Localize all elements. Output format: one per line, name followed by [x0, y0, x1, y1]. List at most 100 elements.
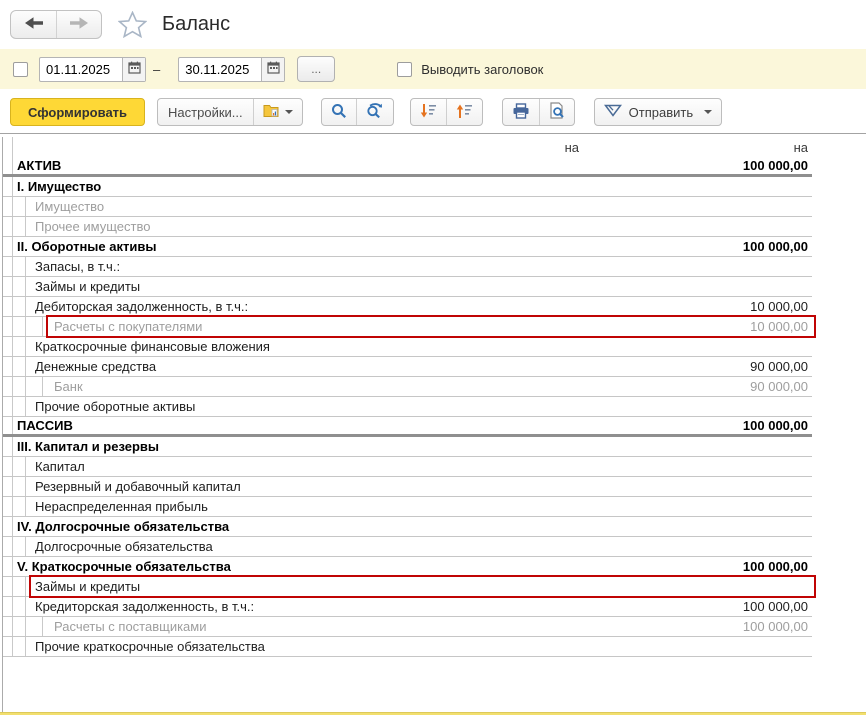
row-gutter [13, 617, 26, 636]
report-row[interactable]: Долгосрочные обязательства [3, 537, 812, 557]
search-icon [331, 103, 347, 122]
report-row[interactable]: Прочие оборотные активы [3, 397, 812, 417]
search-button[interactable] [322, 99, 356, 125]
report-row[interactable]: Займы и кредиты [3, 577, 812, 597]
row-gutter [3, 497, 13, 516]
row-gutter [3, 417, 13, 434]
chevron-down-icon [704, 110, 712, 114]
date-range-dash: – [153, 62, 160, 77]
report-row[interactable]: Резервный и добавочный капитал [3, 477, 812, 497]
calendar-icon [128, 61, 141, 77]
row-label: III. Капитал и резервы [13, 439, 808, 454]
settings-button[interactable]: Настройки... [158, 99, 253, 125]
settings-button-group: Настройки... [157, 98, 303, 126]
row-gutter [13, 257, 26, 276]
report-row[interactable]: Расчеты с покупателями10 000,00 [3, 317, 812, 337]
row-label: Банк [43, 379, 750, 394]
search-next-button[interactable] [356, 99, 393, 125]
row-gutter [3, 397, 13, 416]
row-label: Дебиторская задолженность, в т.ч.: [26, 299, 750, 314]
period-more-button[interactable]: ... [297, 56, 335, 82]
date-to-calendar-button[interactable] [261, 58, 284, 81]
report-row[interactable]: Кредиторская задолженность, в т.ч.:100 0… [3, 597, 812, 617]
date-from-calendar-button[interactable] [122, 58, 145, 81]
arrow-right-icon [69, 16, 89, 33]
row-label: Резервный и добавочный капитал [26, 479, 808, 494]
generate-report-button[interactable]: Сформировать [10, 98, 145, 126]
send-button-label: Отправить [629, 105, 693, 120]
print-button-group [502, 98, 575, 126]
period-checkbox[interactable] [13, 62, 28, 77]
row-gutter [3, 177, 13, 196]
row-gutter [3, 377, 13, 396]
row-gutter [3, 197, 13, 216]
report-row[interactable]: Займы и кредиты [3, 277, 812, 297]
favorite-star-icon[interactable] [118, 11, 147, 38]
row-label: Займы и кредиты [26, 279, 808, 294]
row-label: ПАССИВ [13, 418, 743, 433]
toolbar-separator [0, 133, 866, 134]
row-label: Расчеты с поставщиками [43, 619, 743, 634]
row-gutter [13, 477, 26, 496]
row-gutter [13, 277, 26, 296]
row-gutter [13, 357, 26, 376]
row-label: Займы и кредиты [26, 579, 808, 594]
send-button-group: Отправить [594, 98, 722, 126]
report-row[interactable]: III. Капитал и резервы [3, 437, 812, 457]
back-button[interactable] [11, 11, 56, 38]
printer-icon [512, 103, 530, 122]
title-bar: Баланс [10, 8, 230, 40]
forward-button[interactable] [56, 11, 101, 38]
balance-report-table: на на АКТИВ100 000,00I. ИмуществоИмущест… [3, 137, 812, 657]
report-row[interactable]: Нераспределенная прибыль [3, 497, 812, 517]
row-gutter [13, 637, 26, 656]
report-row[interactable]: Прочее имущество [3, 217, 812, 237]
search-next-icon [366, 103, 384, 122]
row-gutter [3, 157, 13, 174]
report-row[interactable]: ПАССИВ100 000,00 [3, 417, 812, 437]
report-variants-button[interactable] [253, 99, 302, 125]
print-button[interactable] [503, 99, 539, 125]
report-rows: АКТИВ100 000,00I. ИмуществоИмуществоПроч… [3, 157, 812, 657]
report-row[interactable]: Расчеты с поставщиками100 000,00 [3, 617, 812, 637]
row-gutter [13, 337, 26, 356]
sort-descending-button[interactable] [411, 99, 446, 125]
row-label: II. Оборотные активы [13, 239, 743, 254]
row-gutter [3, 617, 13, 636]
report-row[interactable]: АКТИВ100 000,00 [3, 157, 812, 177]
report-row[interactable]: Имущество [3, 197, 812, 217]
row-value: 100 000,00 [743, 239, 812, 254]
row-gutter [13, 537, 26, 556]
report-row[interactable]: I. Имущество [3, 177, 812, 197]
send-button[interactable]: Отправить [595, 99, 721, 125]
report-row[interactable]: Прочие краткосрочные обязательства [3, 637, 812, 657]
report-row[interactable]: Капитал [3, 457, 812, 477]
show-title-checkbox[interactable] [397, 62, 412, 77]
report-row[interactable]: Запасы, в т.ч.: [3, 257, 812, 277]
row-value: 100 000,00 [743, 418, 812, 433]
date-to-input[interactable]: 30.11.2025 [179, 58, 261, 81]
report-row[interactable]: Банк90 000,00 [3, 377, 812, 397]
report-row[interactable]: IV. Долгосрочные обязательства [3, 517, 812, 537]
row-label: Запасы, в т.ч.: [26, 259, 808, 274]
send-icon [604, 104, 622, 121]
report-variants-icon [263, 104, 281, 121]
report-row[interactable]: Краткосрочные финансовые вложения [3, 337, 812, 357]
filter-bar: 01.11.2025 – 30.11.2025 [0, 49, 866, 89]
row-gutter [3, 517, 13, 536]
report-row[interactable]: Денежные средства90 000,00 [3, 357, 812, 377]
row-label: Расчеты с покупателями [43, 319, 750, 334]
row-label: Прочие оборотные активы [26, 399, 808, 414]
report-row[interactable]: V. Краткосрочные обязательства100 000,00 [3, 557, 812, 577]
search-button-group [321, 98, 394, 126]
row-gutter [3, 317, 13, 336]
report-row[interactable]: Дебиторская задолженность, в т.ч.:10 000… [3, 297, 812, 317]
row-gutter [3, 577, 13, 596]
date-from-input[interactable]: 01.11.2025 [40, 58, 122, 81]
report-row[interactable]: II. Оборотные активы100 000,00 [3, 237, 812, 257]
row-gutter [13, 297, 26, 316]
print-preview-button[interactable] [539, 99, 574, 125]
sort-ascending-button[interactable] [446, 99, 482, 125]
arrow-left-icon [24, 16, 44, 33]
row-value: 90 000,00 [750, 379, 812, 394]
